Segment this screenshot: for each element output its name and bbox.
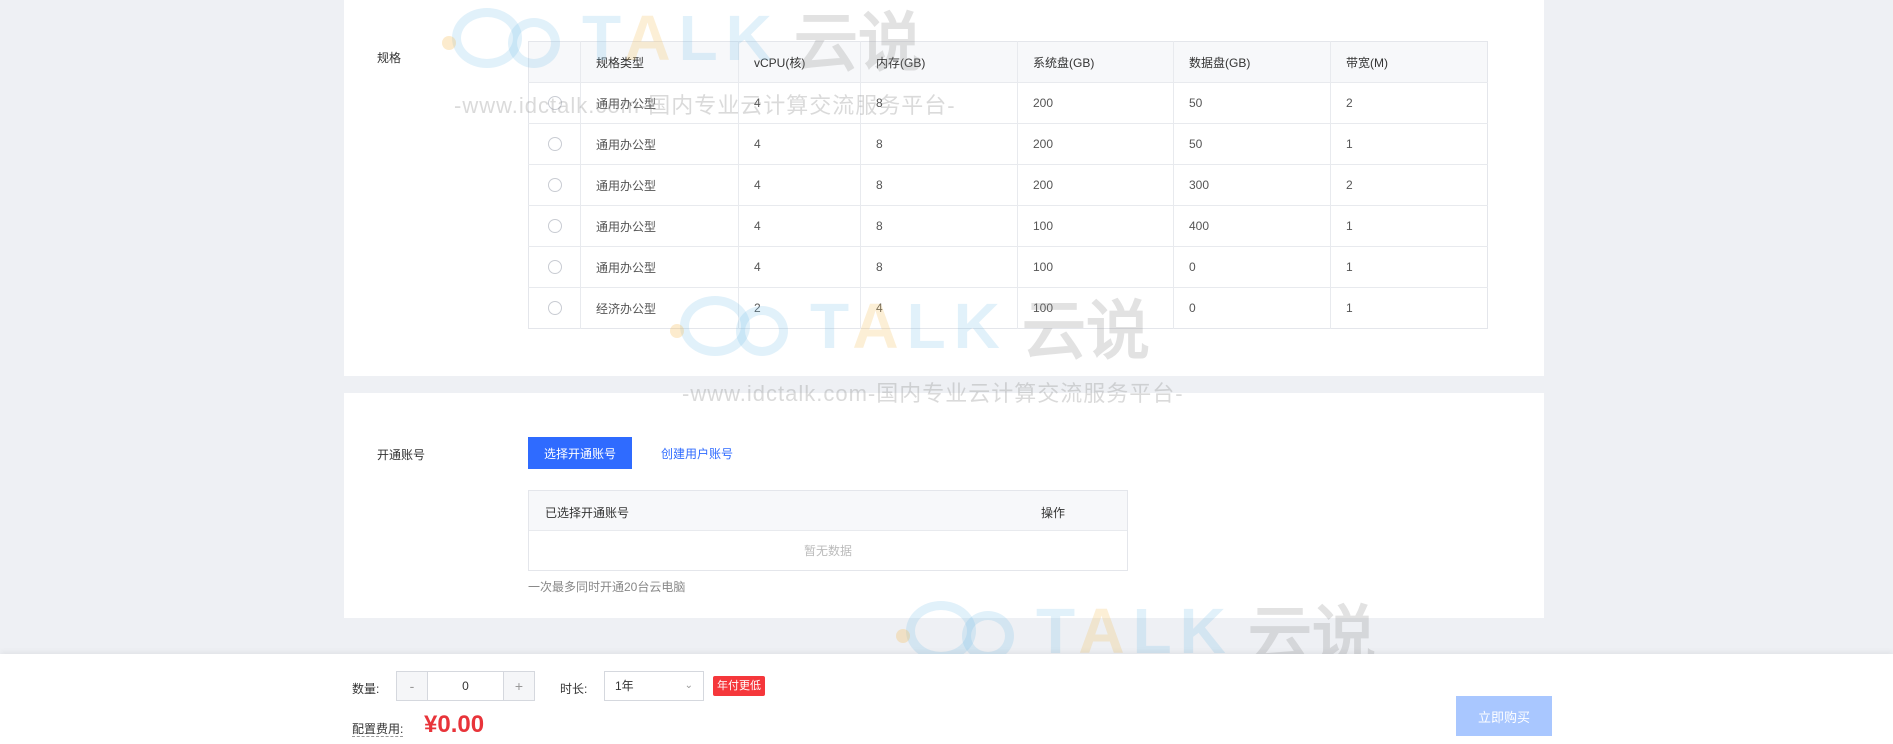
- cell-bandwidth: 1: [1330, 246, 1488, 288]
- col-vcpu: vCPU(核): [738, 41, 861, 83]
- cell-data-disk: 300: [1173, 164, 1331, 206]
- row-radio-cell[interactable]: [528, 123, 581, 165]
- cell-system-disk: 200: [1017, 82, 1174, 124]
- radio-button[interactable]: [547, 219, 562, 234]
- spec-table: 规格类型 vCPU(核) 内存(GB) 系统盘(GB) 数据盘(GB) 带宽(M…: [528, 41, 1488, 329]
- cell-data-disk: 400: [1173, 205, 1331, 247]
- cell-memory: 4: [860, 287, 1018, 329]
- selected-accounts-header: 已选择开通账号 操作: [529, 491, 1127, 531]
- duration-value: 1年: [615, 679, 634, 693]
- spec-panel: 规格 规格类型 vCPU(核) 内存(GB) 系统盘(GB) 数据盘(GB) 带…: [344, 0, 1544, 376]
- cell-vcpu: 4: [738, 205, 861, 247]
- empty-state-text: 暂无数据: [803, 544, 852, 558]
- cell-vcpu: 4: [738, 164, 861, 206]
- radio-button[interactable]: [547, 260, 562, 275]
- cell-bandwidth: 2: [1330, 164, 1488, 206]
- col-spec-type: 规格类型: [580, 41, 739, 83]
- row-radio-cell[interactable]: [529, 288, 581, 329]
- cell-bandwidth: 1: [1330, 287, 1488, 329]
- cell-spec-type: 经济办公型: [580, 287, 739, 329]
- radio-button[interactable]: [547, 96, 562, 111]
- col-data-disk: 数据盘(GB): [1173, 41, 1331, 83]
- cell-data-disk: 0: [1173, 246, 1331, 288]
- cell-spec-type: 通用办公型: [580, 164, 739, 206]
- duration-label: 时长:: [560, 682, 588, 696]
- spec-table-header: 规格类型 vCPU(核) 内存(GB) 系统盘(GB) 数据盘(GB) 带宽(M…: [528, 41, 1488, 83]
- account-panel: 开通账号 选择开通账号 创建用户账号 已选择开通账号 操作 暂无数据 一次最多同…: [344, 393, 1544, 618]
- table-row[interactable]: 经济办公型 2 4 100 0 1: [529, 287, 1488, 329]
- table-row[interactable]: 通用办公型 4 8 200 50 2: [528, 82, 1488, 124]
- cell-memory: 8: [860, 82, 1018, 124]
- cell-bandwidth: 1: [1330, 205, 1488, 247]
- cell-bandwidth: 2: [1330, 82, 1488, 124]
- cell-data-disk: 50: [1173, 123, 1331, 165]
- cell-vcpu: 4: [738, 123, 861, 165]
- cell-spec-type: 通用办公型: [580, 205, 739, 247]
- table-row[interactable]: 通用办公型 4 8 100 0 1: [528, 246, 1488, 288]
- row-radio-cell[interactable]: [528, 82, 581, 124]
- cell-data-disk: 0: [1173, 287, 1331, 329]
- col-operation: 操作: [1041, 506, 1066, 520]
- purchase-footer: 数量: - + 时长: 1年 ⌄ 年付更低 配置费用: ¥0.00 立即购买: [0, 654, 1893, 744]
- quantity-plus-button[interactable]: +: [503, 672, 534, 700]
- cell-vcpu: 2: [738, 287, 861, 329]
- col-system-disk: 系统盘(GB): [1017, 41, 1174, 83]
- cell-system-disk: 100: [1017, 246, 1174, 288]
- total-price: ¥0.00: [424, 711, 485, 738]
- config-fee-label: 配置费用:: [352, 722, 404, 737]
- quantity-stepper[interactable]: - +: [396, 671, 535, 701]
- col-bandwidth: 带宽(M): [1330, 41, 1488, 83]
- cell-system-disk: 100: [1017, 205, 1174, 247]
- cell-data-disk: 50: [1173, 82, 1331, 124]
- row-radio-cell[interactable]: [528, 164, 581, 206]
- create-user-account-link[interactable]: 创建用户账号: [661, 445, 733, 462]
- account-limit-note: 一次最多同时开通20台云电脑: [528, 580, 686, 594]
- row-radio-cell[interactable]: [528, 246, 581, 288]
- cell-spec-type: 通用办公型: [580, 123, 739, 165]
- annual-discount-badge: 年付更低: [713, 676, 765, 696]
- select-account-button[interactable]: 选择开通账号: [528, 437, 632, 469]
- cell-system-disk: 100: [1017, 287, 1174, 329]
- account-section-label: 开通账号: [377, 448, 426, 462]
- cell-spec-type: 通用办公型: [580, 82, 739, 124]
- radio-button[interactable]: [547, 178, 562, 193]
- cell-vcpu: 4: [738, 246, 861, 288]
- row-radio-cell[interactable]: [528, 205, 581, 247]
- chevron-down-icon: ⌄: [684, 680, 693, 691]
- cell-vcpu: 4: [738, 82, 861, 124]
- cell-bandwidth: 1: [1330, 123, 1488, 165]
- quantity-label: 数量:: [352, 682, 380, 696]
- cell-spec-type: 通用办公型: [580, 246, 739, 288]
- radio-button[interactable]: [547, 137, 562, 152]
- spec-section-label: 规格: [377, 51, 402, 65]
- selected-accounts-table: 已选择开通账号 操作 暂无数据: [528, 490, 1128, 571]
- page: 规格 规格类型 vCPU(核) 内存(GB) 系统盘(GB) 数据盘(GB) 带…: [0, 0, 1893, 744]
- cell-memory: 8: [860, 164, 1018, 206]
- cell-memory: 8: [860, 123, 1018, 165]
- col-memory: 内存(GB): [860, 41, 1018, 83]
- cell-system-disk: 200: [1017, 164, 1174, 206]
- table-row[interactable]: 通用办公型 4 8 200 300 2: [528, 164, 1488, 206]
- cell-system-disk: 200: [1017, 123, 1174, 165]
- duration-select[interactable]: 1年 ⌄: [604, 671, 704, 701]
- table-row[interactable]: 通用办公型 4 8 100 400 1: [528, 205, 1488, 247]
- col-selected-account: 已选择开通账号: [545, 506, 630, 520]
- buy-now-button[interactable]: 立即购买: [1456, 696, 1552, 736]
- cell-memory: 8: [860, 246, 1018, 288]
- radio-button[interactable]: [547, 301, 562, 316]
- quantity-minus-button[interactable]: -: [397, 672, 428, 700]
- cell-memory: 8: [860, 205, 1018, 247]
- quantity-input[interactable]: [428, 672, 503, 700]
- table-row[interactable]: 通用办公型 4 8 200 50 1: [528, 123, 1488, 165]
- radio-column-header: [528, 41, 581, 83]
